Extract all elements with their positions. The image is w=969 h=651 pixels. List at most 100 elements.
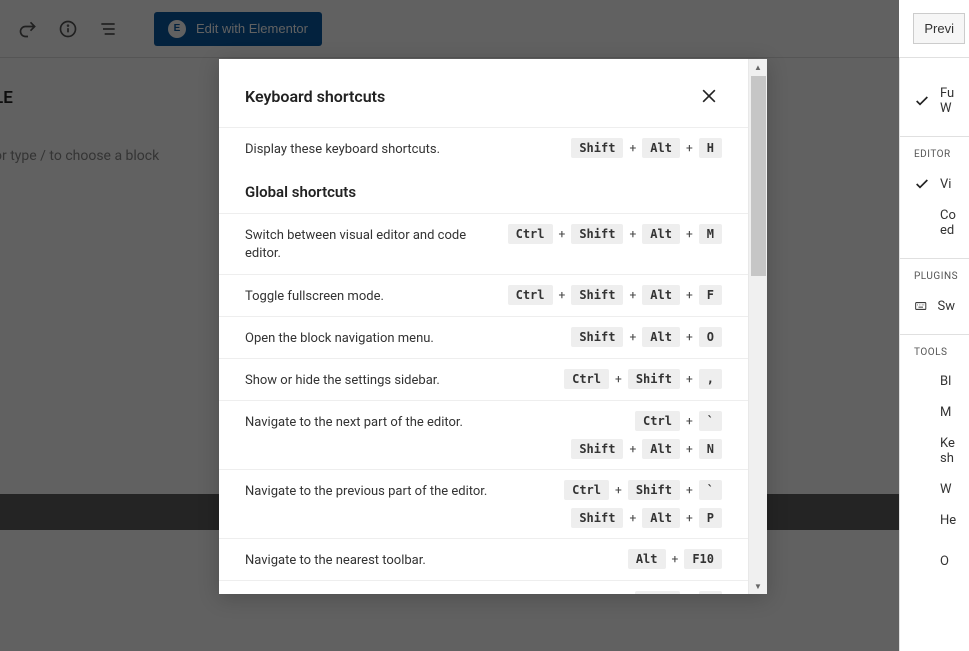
key-combo: Shift + Alt + H xyxy=(571,138,722,158)
key-combo: Ctrl+Shift+Alt+F xyxy=(508,285,722,305)
key-combo: Ctrl+Shift+` xyxy=(564,480,722,500)
plus-separator: + xyxy=(686,511,693,525)
plus-separator: + xyxy=(629,511,636,525)
key: F10 xyxy=(684,549,722,569)
key: Ctrl xyxy=(508,285,553,305)
shortcut-keys: Ctrl+Shift+`Shift+Alt+P xyxy=(564,480,722,528)
plus-separator: + xyxy=(559,288,566,302)
shortcut-row: Navigate to the previous part of the edi… xyxy=(219,469,748,538)
shortcut-desc: Navigate to the previous part of the edi… xyxy=(245,480,548,501)
sidebar-item-block[interactable]: Bl xyxy=(914,366,955,397)
options-sidebar: Fu W EDITOR Vi Co ed xyxy=(899,58,969,651)
plus-separator: + xyxy=(559,227,566,241)
modal-scrollbar[interactable]: ▲ ▼ xyxy=(748,59,767,594)
shortcut-row: Save your changes. Ctrl+S xyxy=(219,580,748,594)
key: H xyxy=(699,138,722,158)
sidebar-item-options[interactable]: O xyxy=(914,536,955,577)
key: Shift xyxy=(571,285,623,305)
shortcut-keys: Ctrl+`Shift+Alt+N xyxy=(571,411,722,459)
key-combo: Shift+Alt+O xyxy=(571,327,722,347)
plus-separator: + xyxy=(686,414,693,428)
modal-content: Keyboard shortcuts Display these keyboar… xyxy=(219,59,748,594)
sidebar-item-fullscreen[interactable]: Fu W xyxy=(914,78,955,124)
plus-separator: + xyxy=(615,483,622,497)
sidebar-section-title: PLUGINS xyxy=(914,271,955,282)
plus-separator: + xyxy=(686,442,693,456)
shortcut-row: Toggle fullscreen mode. Ctrl+Shift+Alt+F xyxy=(219,274,748,316)
plus-separator: + xyxy=(629,227,636,241)
sidebar-item-more[interactable]: M xyxy=(914,397,955,428)
sidebar-item-label: sh xyxy=(940,451,955,466)
shortcut-keys: Shift+Alt+O xyxy=(571,327,722,347)
keyboard-shortcuts-modal: Keyboard shortcuts Display these keyboar… xyxy=(219,59,767,594)
shortcut-row: Switch between visual editor and code ed… xyxy=(219,213,748,273)
key: Ctrl xyxy=(635,591,680,594)
sidebar-item-welcome[interactable]: W xyxy=(914,474,955,505)
key: Shift xyxy=(571,224,623,244)
shortcut-desc: Show or hide the settings sidebar. xyxy=(245,369,548,390)
key-combo: Shift + Alt + N xyxy=(571,439,722,459)
close-button[interactable] xyxy=(698,85,720,107)
scroll-up-icon[interactable]: ▲ xyxy=(749,59,767,75)
sidebar-item-help[interactable]: He xyxy=(914,505,955,536)
key: P xyxy=(699,508,722,528)
key: Shift xyxy=(571,508,623,528)
keyboard-icon xyxy=(914,298,928,314)
shortcut-desc: Save your changes. xyxy=(245,591,619,594)
sidebar-item-visual[interactable]: Vi xyxy=(914,168,955,200)
shortcut-row: Show or hide the settings sidebar. Ctrl+… xyxy=(219,358,748,400)
key: Alt xyxy=(642,327,680,347)
sidebar-item-switch[interactable]: Sw xyxy=(914,290,955,322)
shortcut-row: Display these keyboard shortcuts. Shift +… xyxy=(219,127,748,169)
key: Shift xyxy=(628,369,680,389)
plus-separator: + xyxy=(629,141,636,155)
key: , xyxy=(699,369,722,389)
shortcut-row: Navigate to the nearest toolbar. Alt+F10 xyxy=(219,538,748,580)
key: Alt xyxy=(628,549,666,569)
key: Alt xyxy=(642,439,680,459)
key: S xyxy=(699,591,722,594)
shortcut-row: Open the block navigation menu. Shift+Al… xyxy=(219,316,748,358)
shortcut-desc: Switch between visual editor and code ed… xyxy=(245,224,492,263)
plus-separator: + xyxy=(686,227,693,241)
key-combo: Shift+Alt+P xyxy=(571,508,722,528)
key: Alt xyxy=(642,138,680,158)
shortcut-desc: Navigate to the next part of the editor. xyxy=(245,411,555,432)
shortcut-row: Navigate to the next part of the editor.… xyxy=(219,400,748,469)
check-icon xyxy=(914,176,930,192)
key: N xyxy=(699,439,722,459)
key: Ctrl xyxy=(635,411,680,431)
shortcut-keys: Shift + Alt + H xyxy=(571,138,722,158)
section-header-global: Global shortcuts xyxy=(219,169,748,213)
key-combo: Ctrl+Shift+Alt+M xyxy=(508,224,722,244)
shortcut-desc: Toggle fullscreen mode. xyxy=(245,285,492,306)
preview-button[interactable]: Previ xyxy=(913,13,965,44)
plus-separator: + xyxy=(686,141,693,155)
sidebar-section-title: TOOLS xyxy=(914,347,955,358)
key: Shift xyxy=(571,439,623,459)
close-icon xyxy=(699,86,719,106)
sidebar-item-label: Bl xyxy=(940,374,951,389)
shortcut-desc: Navigate to the nearest toolbar. xyxy=(245,549,612,570)
shortcut-desc: Display these keyboard shortcuts. xyxy=(245,138,555,159)
key: Shift xyxy=(571,138,623,158)
sidebar-item-label: ed xyxy=(940,223,956,238)
key: O xyxy=(699,327,722,347)
key: Alt xyxy=(642,224,680,244)
key-combo: Alt+F10 xyxy=(628,549,722,569)
check-icon xyxy=(914,93,930,109)
sidebar-item-keyboard[interactable]: Ke sh xyxy=(914,428,955,474)
plus-separator: + xyxy=(629,442,636,456)
key: Ctrl xyxy=(564,480,609,500)
key: M xyxy=(699,224,722,244)
scrollbar-thumb[interactable] xyxy=(751,76,766,276)
key-combo: Ctrl+S xyxy=(635,591,722,594)
plus-separator: + xyxy=(686,483,693,497)
shortcut-keys: Ctrl+Shift+Alt+M xyxy=(508,224,722,244)
sidebar-item-code[interactable]: Co ed xyxy=(914,200,955,246)
sidebar-item-label: Sw xyxy=(938,299,956,314)
key: Shift xyxy=(571,327,623,347)
scroll-down-icon[interactable]: ▼ xyxy=(749,578,767,594)
key: F xyxy=(699,285,722,305)
sidebar-item-label: Fu xyxy=(940,86,954,101)
